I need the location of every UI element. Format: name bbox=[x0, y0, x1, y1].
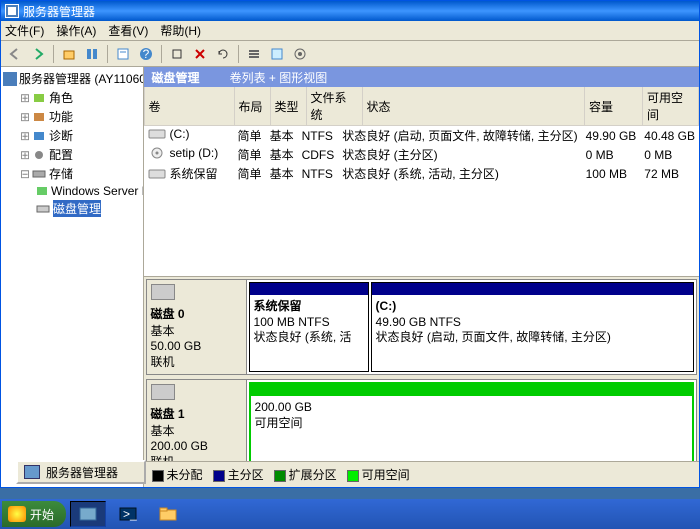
list-button[interactable] bbox=[244, 44, 264, 64]
expand-icon[interactable]: ⊞ bbox=[19, 91, 31, 105]
server-manager-icon bbox=[78, 505, 98, 523]
cd-icon bbox=[148, 147, 166, 159]
content-subtitle: 卷列表 + 图形视图 bbox=[230, 69, 328, 86]
volume-icon bbox=[148, 168, 166, 180]
content-panel: 磁盘管理 卷列表 + 图形视图 卷 布局 类型 文件系统 状态 容量 可用空间 bbox=[144, 67, 699, 487]
volume-table: 卷 布局 类型 文件系统 状态 容量 可用空间 bbox=[144, 87, 699, 126]
col-layout[interactable]: 布局 bbox=[234, 87, 270, 126]
menu-view[interactable]: 查看(V) bbox=[108, 22, 148, 39]
diagnostics-icon bbox=[31, 129, 47, 143]
tree-diagnostics[interactable]: ⊞ 诊断 bbox=[3, 126, 141, 145]
settings-button[interactable] bbox=[290, 44, 310, 64]
partition-free-space[interactable]: 200.00 GB 可用空间 bbox=[249, 382, 694, 461]
table-row[interactable]: (C:) 简单 基本 NTFS 状态良好 (启动, 页面文件, 故障转储, 主分… bbox=[144, 126, 699, 145]
start-button[interactable]: 开始 bbox=[2, 501, 66, 527]
disk-icon bbox=[151, 384, 175, 400]
taskbar-item[interactable] bbox=[70, 501, 106, 527]
server-icon bbox=[3, 72, 17, 86]
table-row[interactable]: setip (D:) 简单 基本 CDFS 状态良好 (主分区) 0 MB 0 … bbox=[144, 145, 699, 164]
menubar: 文件(F) 操作(A) 查看(V) 帮助(H) bbox=[1, 21, 699, 41]
disk-header: 磁盘 0 基本 50.00 GB 联机 bbox=[147, 280, 247, 374]
detail-button[interactable] bbox=[267, 44, 287, 64]
roles-icon bbox=[31, 91, 47, 105]
features-icon bbox=[31, 110, 47, 124]
expand-icon[interactable]: ⊞ bbox=[19, 129, 31, 143]
server-icon bbox=[24, 465, 40, 479]
help-button[interactable]: ? bbox=[136, 44, 156, 64]
volume-scroll[interactable]: (C:) 简单 基本 NTFS 状态良好 (启动, 页面文件, 故障转储, 主分… bbox=[144, 126, 699, 276]
volume-icon bbox=[148, 128, 166, 140]
legend-extended-icon bbox=[274, 470, 286, 482]
main-area: 服务器管理器 (AY110608020109 ⊞ 角色 ⊞ 功能 ⊞ 诊断 bbox=[1, 67, 699, 487]
legend-unalloc-icon bbox=[152, 470, 164, 482]
back-button[interactable] bbox=[5, 44, 25, 64]
properties-button[interactable] bbox=[113, 44, 133, 64]
col-capacity[interactable]: 容量 bbox=[585, 87, 643, 126]
taskbar-item[interactable] bbox=[150, 501, 186, 527]
svg-text:?: ? bbox=[143, 47, 150, 61]
svg-text:>_: >_ bbox=[123, 507, 137, 521]
legend-free-icon bbox=[347, 470, 359, 482]
content-header: 磁盘管理 卷列表 + 图形视图 bbox=[144, 67, 699, 87]
disk-row-1[interactable]: 磁盘 1 基本 200.00 GB 联机 200.00 GB 可用空间 bbox=[146, 379, 697, 461]
disk-icon bbox=[35, 202, 51, 216]
disk-row-0[interactable]: 磁盘 0 基本 50.00 GB 联机 系统保留 100 MB NTFS 状态良… bbox=[146, 279, 697, 375]
disk-icon bbox=[151, 284, 175, 300]
disk-graphic-panel: 磁盘 0 基本 50.00 GB 联机 系统保留 100 MB NTFS 状态良… bbox=[144, 277, 699, 461]
expand-icon[interactable]: ⊞ bbox=[19, 110, 31, 124]
expand-icon[interactable]: ⊞ bbox=[19, 148, 31, 162]
legend-primary-icon bbox=[213, 470, 225, 482]
powershell-icon: >_ bbox=[118, 505, 138, 523]
tree-storage[interactable]: ⊟ 存储 bbox=[3, 164, 141, 183]
col-fs[interactable]: 文件系统 bbox=[306, 87, 362, 126]
delete-button[interactable] bbox=[190, 44, 210, 64]
taskbar: 开始 >_ bbox=[0, 499, 700, 529]
taskbar-item[interactable]: >_ bbox=[110, 501, 146, 527]
tree-roles[interactable]: ⊞ 角色 bbox=[3, 88, 141, 107]
content-title: 磁盘管理 bbox=[152, 69, 200, 86]
col-volume[interactable]: 卷 bbox=[144, 87, 234, 126]
tree-diskmgmt[interactable]: 磁盘管理 bbox=[3, 199, 141, 218]
forward-button[interactable] bbox=[28, 44, 48, 64]
show-hide-button[interactable] bbox=[82, 44, 102, 64]
disk-header: 磁盘 1 基本 200.00 GB 联机 bbox=[147, 380, 247, 461]
menu-file[interactable]: 文件(F) bbox=[5, 22, 44, 39]
toolbar: ? bbox=[1, 41, 699, 67]
volume-list-panel: 卷 布局 类型 文件系统 状态 容量 可用空间 (C:) 简单 bbox=[144, 87, 699, 277]
menu-help[interactable]: 帮助(H) bbox=[160, 22, 201, 39]
app-icon bbox=[5, 4, 19, 18]
explorer-icon bbox=[158, 505, 178, 523]
tree-features[interactable]: ⊞ 功能 bbox=[3, 107, 141, 126]
partition-system-reserved[interactable]: 系统保留 100 MB NTFS 状态良好 (系统, 活 bbox=[249, 282, 369, 372]
refresh-button[interactable] bbox=[167, 44, 187, 64]
legend: 未分配 主分区 扩展分区 可用空间 bbox=[144, 461, 699, 487]
server-manager-window: 服务器管理器 文件(F) 操作(A) 查看(V) 帮助(H) ? 服务器管理器 … bbox=[0, 0, 700, 488]
rescan-button[interactable] bbox=[213, 44, 233, 64]
tree-panel: 服务器管理器 (AY110608020109 ⊞ 角色 ⊞ 功能 ⊞ 诊断 bbox=[1, 67, 144, 487]
tree-wsb[interactable]: Windows Server Backup bbox=[3, 183, 141, 199]
up-button[interactable] bbox=[59, 44, 79, 64]
partition-c[interactable]: (C:) 49.90 GB NTFS 状态良好 (启动, 页面文件, 故障转储,… bbox=[371, 282, 694, 372]
menu-action[interactable]: 操作(A) bbox=[56, 22, 96, 39]
tree-configuration[interactable]: ⊞ 配置 bbox=[3, 145, 141, 164]
col-status[interactable]: 状态 bbox=[362, 87, 584, 126]
start-icon bbox=[8, 506, 26, 522]
collapse-icon[interactable]: ⊟ bbox=[19, 167, 31, 181]
configuration-icon bbox=[31, 148, 47, 162]
backup-icon bbox=[35, 184, 49, 198]
titlebar[interactable]: 服务器管理器 bbox=[1, 1, 699, 21]
server-manager-float-button[interactable]: 服务器管理器 bbox=[16, 460, 146, 484]
window-title: 服务器管理器 bbox=[23, 3, 95, 20]
col-free[interactable]: 可用空间 bbox=[643, 87, 699, 126]
tree-root[interactable]: 服务器管理器 (AY110608020109 bbox=[3, 69, 141, 88]
col-type[interactable]: 类型 bbox=[270, 87, 306, 126]
storage-icon bbox=[31, 167, 47, 181]
table-row[interactable]: 系统保留 简单 基本 NTFS 状态良好 (系统, 活动, 主分区) 100 M… bbox=[144, 164, 699, 183]
